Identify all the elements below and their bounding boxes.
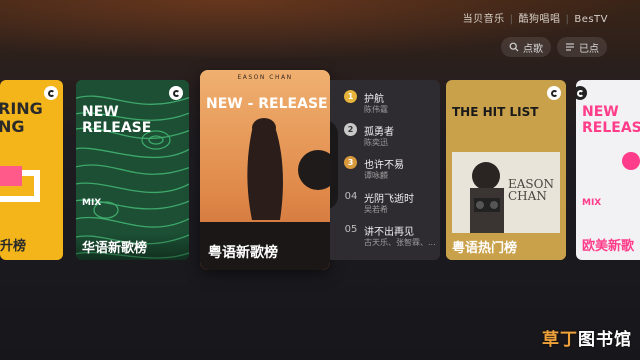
card-label: 欧美新歌: [582, 239, 635, 254]
card-mix-tag: MIX: [582, 198, 602, 208]
track-title: 护航: [364, 94, 384, 105]
playlist-card-cantonese-hot[interactable]: THE HIT LIST EASON CHAN 粤语热门榜: [446, 80, 566, 260]
cover-artist-text: EASON CHAN: [508, 177, 554, 203]
gold-medal-icon: 1: [344, 90, 357, 103]
card-graphic-pink: [0, 166, 22, 186]
app-logo-icon: [44, 86, 58, 100]
track-title: 孤勇者: [364, 127, 394, 138]
card-label: 华语新歌榜: [76, 233, 189, 260]
card-mix-tag: MIX: [82, 198, 102, 208]
track-rank: 05: [344, 224, 358, 235]
card-title: NEWRELEASE: [582, 104, 640, 137]
card-graphic-dot: [622, 152, 640, 170]
playlist-card-rising[interactable]: RING NG 升榜: [0, 80, 63, 260]
card-title: THE HIT LIST: [452, 105, 539, 119]
track-title: 光阴飞逝时: [364, 194, 414, 205]
search-song-label: 点歌: [523, 43, 543, 55]
card-title: NEWRELEASE: [82, 104, 152, 137]
silver-medal-icon: 2: [344, 123, 357, 136]
track-artist: 陈奕迅: [364, 138, 388, 147]
track-artist: 古天乐、张智霖、...: [364, 238, 436, 247]
vinyl-edge: [330, 120, 338, 210]
card-title: RING NG: [0, 99, 43, 137]
app-logo-icon: [547, 86, 561, 100]
track-artist: 谭咏麟: [364, 171, 388, 180]
playlist-icon: [566, 43, 574, 51]
track-artist: 吴若希: [364, 205, 388, 214]
search-icon: [509, 42, 519, 52]
playlist-card-mandarin-new[interactable]: NEW RELEASE MIX 华语新歌榜: [76, 80, 189, 260]
watermark-logo: 草丁图书馆: [542, 330, 632, 350]
track-rank: 04: [344, 191, 358, 202]
search-song-button[interactable]: 点歌: [501, 37, 551, 57]
queue-label: 已点: [579, 43, 599, 55]
app-logo-icon: [576, 86, 587, 100]
bronze-medal-icon: 3: [344, 156, 357, 169]
brand-kugou-changchang: 酷狗唱唱: [518, 14, 561, 25]
card-title: NEW - RELEASE: [206, 96, 328, 112]
brand-bestv: BesTV: [574, 14, 608, 25]
track-artist: 陈伟霆: [364, 105, 388, 114]
track-title: 讲不出再见: [364, 227, 414, 238]
card-label: 粤语新歌榜: [208, 245, 278, 261]
card-label: 升榜: [0, 239, 27, 254]
brand-dangbei-music: 当贝音乐: [462, 14, 505, 25]
brand-bar: 当贝音乐 | 酷狗唱唱 | BesTV: [462, 14, 608, 25]
queue-button[interactable]: 已点: [557, 37, 607, 57]
playlist-card-western-new[interactable]: NEWRELEASE MIX 欧美新歌: [576, 80, 640, 260]
app-logo-icon: [169, 86, 183, 100]
artist-name: EASON CHAN: [237, 74, 293, 81]
card-label: 粤语热门榜: [446, 233, 566, 260]
playlist-card-cantonese-new[interactable]: EASON CHAN NEW - RELEASE 粤语新歌榜: [200, 70, 330, 270]
track-title: 也许不易: [364, 160, 404, 171]
